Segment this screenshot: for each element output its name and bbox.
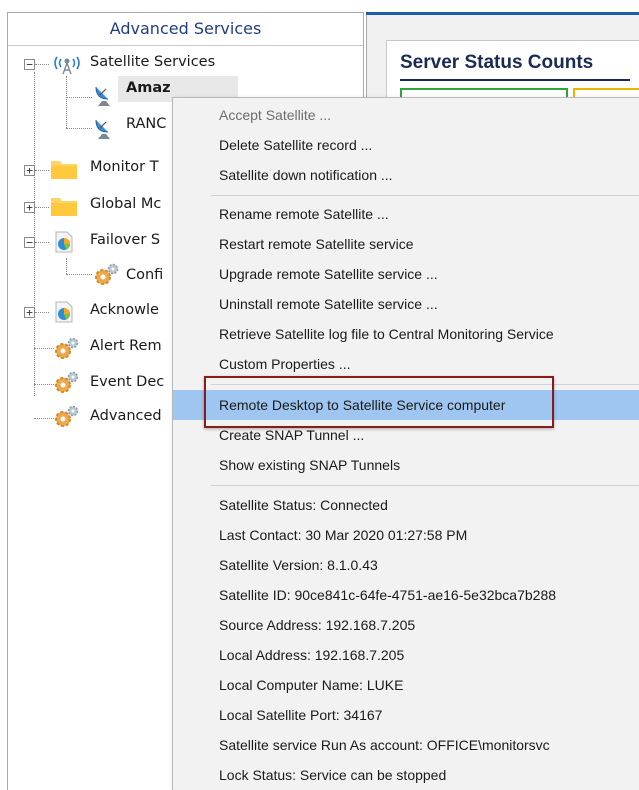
- info-text: Satellite Version: 8.1.0.43: [219, 557, 378, 573]
- tree-line: [66, 128, 92, 129]
- panel-header: Advanced Services: [8, 13, 363, 46]
- collapse-toggle[interactable]: −: [24, 59, 35, 70]
- menu-item-restart-remote-satellite-service[interactable]: Restart remote Satellite service: [173, 229, 639, 259]
- info-text: Satellite ID: 90ce841c-64fe-4751-ae16-5e…: [219, 587, 557, 603]
- tree-item-event-dec[interactable]: Event Dec: [90, 374, 164, 390]
- menu-separator: [211, 195, 639, 196]
- info-last-contact: Last Contact: 30 Mar 2020 01:27:58 PM: [173, 520, 639, 550]
- expand-toggle[interactable]: +: [24, 307, 35, 318]
- tree-line: [35, 64, 49, 65]
- menu-item-show-snap-tunnels[interactable]: Show existing SNAP Tunnels: [173, 450, 639, 480]
- menu-item-label: Custom Properties ...: [219, 356, 351, 372]
- menu-separator: [211, 485, 639, 486]
- tree-line: [34, 418, 54, 419]
- tree-line: [34, 348, 54, 349]
- menu-item-rename-remote-satellite[interactable]: Rename remote Satellite ...: [173, 199, 639, 229]
- menu-item-label: Uninstall remote Satellite service ...: [219, 296, 438, 312]
- menu-item-label: Show existing SNAP Tunnels: [219, 457, 401, 473]
- tree-line: [35, 242, 49, 243]
- menu-item-uninstall-remote-satellite-service[interactable]: Uninstall remote Satellite service ...: [173, 289, 639, 319]
- annotation-highlight-frame: [204, 376, 554, 428]
- tree-line: [66, 97, 92, 98]
- gear-icon: [55, 337, 79, 359]
- menu-item-accept-satellite: Accept Satellite ...: [173, 100, 639, 130]
- satellite-dish-icon: [95, 119, 110, 139]
- tree-item-satellite-services[interactable]: Satellite Services: [90, 54, 215, 70]
- info-text: Lock Status: Service can be stopped: [219, 767, 447, 783]
- info-local-computer-name: Local Computer Name: LUKE: [173, 670, 639, 700]
- tree-item-advanced[interactable]: Advanced: [90, 408, 162, 424]
- info-satellite-version: Satellite Version: 8.1.0.43: [173, 550, 639, 580]
- info-lock-status: Lock Status: Service can be stopped: [173, 760, 639, 790]
- gear-icon: [55, 371, 79, 393]
- tree-line: [66, 274, 92, 275]
- menu-item-upgrade-remote-satellite-service[interactable]: Upgrade remote Satellite service ...: [173, 259, 639, 289]
- server-status-title: Server Status Counts: [400, 52, 594, 73]
- title-underline: [400, 79, 630, 81]
- satellite-tower-icon: [54, 56, 80, 75]
- info-text: Source Address: 192.168.7.205: [219, 617, 416, 633]
- menu-item-label: Rename remote Satellite ...: [219, 206, 389, 222]
- info-text: Local Address: 192.168.7.205: [219, 647, 405, 663]
- info-satellite-status: Satellite Status: Connected: [173, 490, 639, 520]
- tree-item-monitor-t[interactable]: Monitor T: [90, 159, 159, 175]
- tree-line: [34, 384, 54, 385]
- satellite-dish-icon: [95, 86, 110, 106]
- tree-line: [66, 258, 67, 274]
- tree-item-acknowle[interactable]: Acknowle: [90, 302, 159, 318]
- info-satellite-id: Satellite ID: 90ce841c-64fe-4751-ae16-5e…: [173, 580, 639, 610]
- tree-line: [35, 170, 49, 171]
- folder-icon: [51, 198, 77, 216]
- tree-item-satellite-amaz[interactable]: Amaz: [126, 80, 171, 96]
- pie-chart-icon: [55, 301, 73, 323]
- tree-item-failover-s[interactable]: Failover S: [90, 232, 160, 248]
- menu-item-retrieve-satellite-log[interactable]: Retrieve Satellite log file to Central M…: [173, 319, 639, 349]
- tree-item-confi[interactable]: Confi: [126, 267, 163, 283]
- context-menu: Accept Satellite ... Delete Satellite re…: [172, 97, 639, 790]
- menu-item-label: Accept Satellite ...: [219, 107, 332, 123]
- collapse-toggle[interactable]: −: [24, 237, 35, 248]
- menu-item-satellite-down-notification[interactable]: Satellite down notification ...: [173, 160, 639, 190]
- menu-item-label: Satellite down notification ...: [219, 167, 393, 183]
- info-text: Satellite Status: Connected: [219, 497, 388, 513]
- gear-icon: [95, 263, 119, 285]
- tree-line: [66, 76, 67, 128]
- tree-item-alert-rem[interactable]: Alert Rem: [90, 338, 162, 354]
- info-text: Local Computer Name: LUKE: [219, 677, 404, 693]
- tree-line: [35, 312, 49, 313]
- info-text: Last Contact: 30 Mar 2020 01:27:58 PM: [219, 527, 468, 543]
- menu-item-custom-properties[interactable]: Custom Properties ...: [173, 349, 639, 379]
- info-text: Local Satellite Port: 34167: [219, 707, 383, 723]
- tree-line: [35, 207, 49, 208]
- pie-chart-icon: [55, 231, 73, 253]
- tree-item-global-mc[interactable]: Global Mc: [90, 196, 161, 212]
- gear-icon: [55, 405, 79, 427]
- menu-item-label: Restart remote Satellite service: [219, 236, 414, 252]
- info-local-satellite-port: Local Satellite Port: 34167: [173, 700, 639, 730]
- menu-item-label: Delete Satellite record ...: [219, 137, 373, 153]
- info-local-address: Local Address: 192.168.7.205: [173, 640, 639, 670]
- menu-item-delete-satellite-record[interactable]: Delete Satellite record ...: [173, 130, 639, 160]
- info-source-address: Source Address: 192.168.7.205: [173, 610, 639, 640]
- menu-item-label: Retrieve Satellite log file to Central M…: [219, 326, 554, 342]
- expand-toggle[interactable]: +: [24, 202, 35, 213]
- folder-icon: [51, 161, 77, 179]
- tree-item-satellite-ranc[interactable]: RANC: [126, 116, 166, 132]
- expand-toggle[interactable]: +: [24, 165, 35, 176]
- info-text: Satellite service Run As account: OFFICE…: [219, 737, 550, 753]
- menu-item-label: Upgrade remote Satellite service ...: [219, 266, 438, 282]
- info-run-as-account: Satellite service Run As account: OFFICE…: [173, 730, 639, 760]
